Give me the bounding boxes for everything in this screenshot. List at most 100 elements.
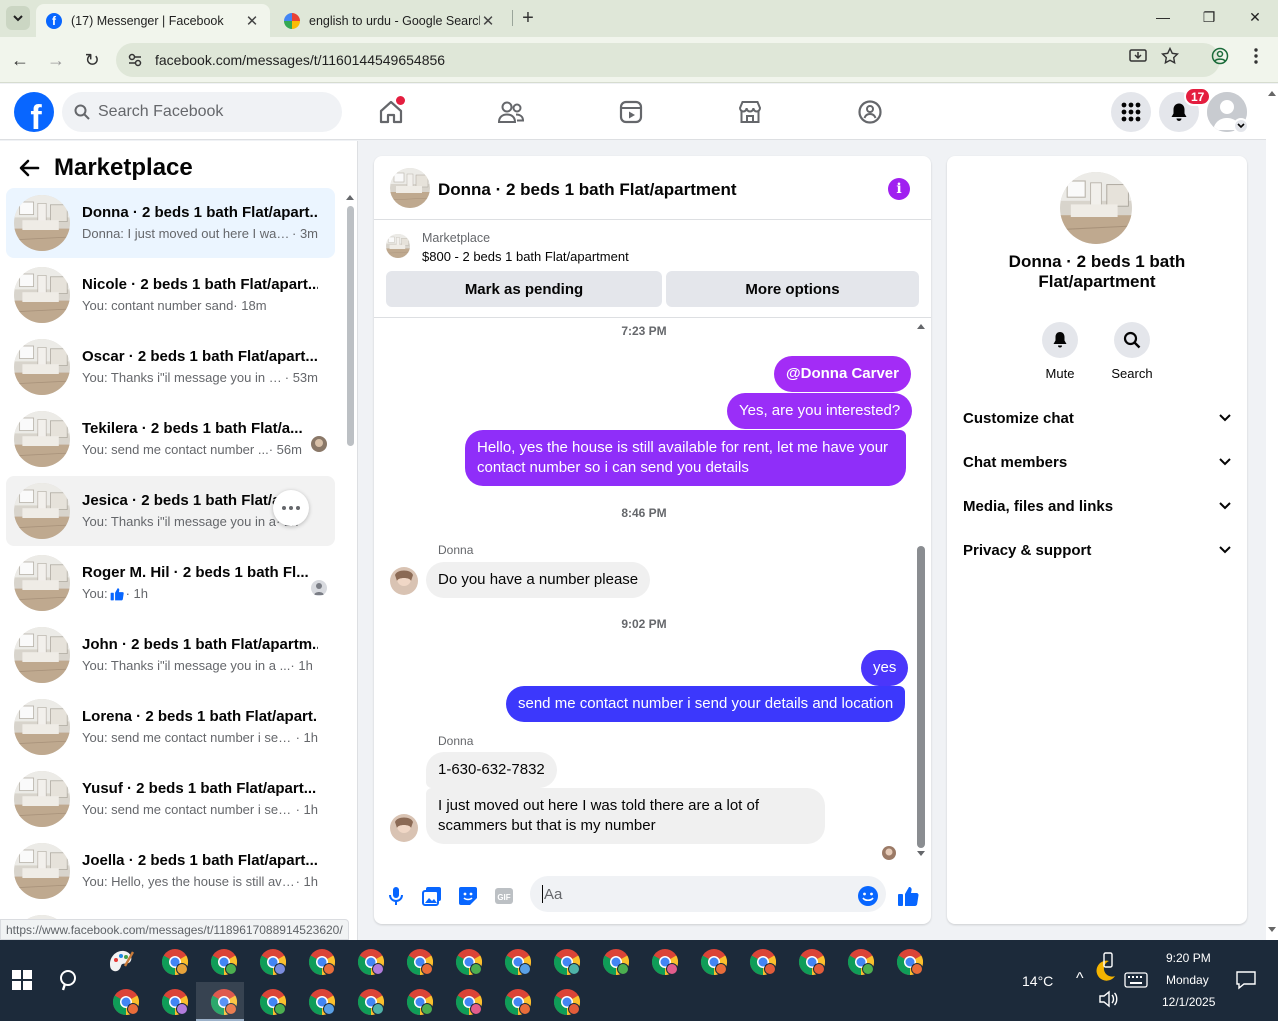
emoji-icon[interactable] <box>857 885 879 907</box>
forward-button[interactable]: → <box>42 46 70 74</box>
facebook-logo-icon[interactable]: f <box>14 92 54 132</box>
tab-google-search[interactable]: english to urdu - Google Search ✕ <box>274 4 506 37</box>
sidebar-scroll-thumb[interactable] <box>347 206 354 446</box>
conversation-item[interactable]: Lorena · 2 beds 1 bath Flat/apart... You:… <box>6 692 335 762</box>
search-in-conversation-button[interactable]: Search <box>1102 322 1162 381</box>
home-icon[interactable] <box>375 96 407 128</box>
keyboard-icon[interactable] <box>1124 972 1148 988</box>
windows-start-icon[interactable] <box>12 970 32 990</box>
facebook-search-input[interactable]: Search Facebook <box>62 92 342 132</box>
tab-search-button[interactable] <box>6 6 30 30</box>
customize-chat-section[interactable]: Customize chat <box>963 398 1231 438</box>
chat-avatar[interactable] <box>390 168 430 208</box>
contact-avatar[interactable] <box>1060 172 1132 244</box>
sticker-icon[interactable] <box>457 885 479 907</box>
chrome-profile-taskbar-icon[interactable] <box>455 988 483 1016</box>
close-window-button[interactable]: ✕ <box>1232 0 1278 34</box>
chrome-profile-taskbar-icon[interactable] <box>406 948 434 976</box>
conversation-more-options-button[interactable] <box>273 490 309 526</box>
photo-icon[interactable] <box>421 885 443 907</box>
message-bubble-outgoing[interactable]: @Donna Carver <box>774 356 911 392</box>
address-bar[interactable]: facebook.com/messages/t/1160144549654856 <box>116 43 1220 77</box>
browser-menu-icon[interactable] <box>1245 45 1267 67</box>
close-tab-icon[interactable]: ✕ <box>244 12 260 30</box>
mute-button[interactable]: Mute <box>1030 322 1090 381</box>
minimize-button[interactable]: — <box>1140 0 1186 34</box>
conversation-item[interactable]: Oscar · 2 beds 1 bath Flat/apart... You: … <box>6 332 335 402</box>
clock-day[interactable]: Monday <box>1166 973 1209 987</box>
reload-button[interactable]: ↻ <box>78 46 106 74</box>
chrome-profile-taskbar-icon[interactable] <box>308 948 336 976</box>
chrome-profile-taskbar-icon[interactable] <box>798 948 826 976</box>
groups-icon[interactable] <box>854 96 886 128</box>
chrome-profile-taskbar-icon[interactable] <box>406 988 434 1016</box>
message-bubble-incoming[interactable]: 1-630-632-7832 <box>426 752 557 788</box>
page-scrollbar[interactable] <box>1266 84 1278 940</box>
message-bubble-incoming[interactable]: Do you have a number please <box>426 562 651 598</box>
chrome-profile-taskbar-icon[interactable] <box>112 988 140 1016</box>
conversation-item[interactable]: Joella · 2 beds 1 bath Flat/apart... You:… <box>6 836 335 906</box>
chrome-profile-taskbar-icon[interactable] <box>700 948 728 976</box>
gif-icon[interactable]: GIF <box>493 885 515 907</box>
weather-temperature[interactable]: 14°C <box>1022 973 1053 989</box>
chrome-profile-taskbar-icon[interactable] <box>161 948 189 976</box>
paint-app-taskbar-icon[interactable] <box>107 946 135 974</box>
chrome-profile-taskbar-icon[interactable] <box>455 948 483 976</box>
clock-time[interactable]: 9:20 PM <box>1166 951 1211 965</box>
site-info-icon[interactable] <box>124 49 146 71</box>
account-menu-chevron-icon[interactable] <box>1233 118 1249 134</box>
chat-members-section[interactable]: Chat members <box>963 442 1231 482</box>
taskbar-search-icon[interactable] <box>58 968 82 992</box>
message-bubble-outgoing[interactable]: Hello, yes the house is still available … <box>465 430 906 486</box>
listing-thumbnail[interactable] <box>386 234 410 258</box>
sender-avatar[interactable] <box>390 814 418 842</box>
close-tab-icon[interactable]: ✕ <box>480 12 496 30</box>
back-arrow-icon[interactable] <box>18 157 42 181</box>
back-button[interactable]: ← <box>6 46 34 74</box>
listing-price[interactable]: $800 - 2 beds 1 bath Flat/apartment <box>422 249 629 264</box>
chat-scrollbar[interactable] <box>915 321 927 861</box>
friends-icon[interactable] <box>495 96 527 128</box>
chrome-profile-taskbar-icon[interactable] <box>210 948 238 976</box>
device-icon[interactable] <box>1100 952 1116 968</box>
sidebar-scrollbar[interactable] <box>344 191 356 931</box>
bookmark-star-icon[interactable] <box>1159 45 1181 67</box>
conversation-item[interactable]: Nicole · 2 beds 1 bath Flat/apart... You:… <box>6 260 335 330</box>
restore-button[interactable]: ❐ <box>1186 0 1232 34</box>
chat-title[interactable]: Donna · 2 beds 1 bath Flat/apartment <box>438 180 737 200</box>
message-bubble-outgoing[interactable]: Yes, are you interested? <box>727 393 913 429</box>
chrome-profile-taskbar-icon[interactable] <box>357 988 385 1016</box>
chrome-profile-taskbar-icon[interactable] <box>161 988 189 1016</box>
volume-icon[interactable] <box>1098 990 1118 1008</box>
chrome-profile-taskbar-icon[interactable] <box>553 988 581 1016</box>
chrome-profile-taskbar-icon[interactable] <box>847 948 875 976</box>
clock-date[interactable]: 12/1/2025 <box>1162 995 1215 1009</box>
mark-as-pending-button[interactable]: Mark as pending <box>386 271 662 307</box>
show-hidden-icons-chevron-icon[interactable]: ^ <box>1076 970 1084 988</box>
more-options-button[interactable]: More options <box>666 271 919 307</box>
privacy-support-section[interactable]: Privacy & support <box>963 530 1231 570</box>
message-bubble-outgoing[interactable]: yes <box>861 650 909 686</box>
conversation-item[interactable]: John · 2 beds 1 bath Flat/apartm... You: … <box>6 620 335 690</box>
sender-avatar[interactable] <box>390 567 418 595</box>
chrome-profile-taskbar-icon[interactable] <box>357 948 385 976</box>
chrome-profile-taskbar-icon[interactable] <box>896 948 924 976</box>
chrome-profile-taskbar-icon[interactable] <box>553 948 581 976</box>
message-bubble-incoming[interactable]: I just moved out here I was told there a… <box>426 788 825 844</box>
new-tab-button[interactable]: + <box>516 6 540 30</box>
install-app-icon[interactable] <box>1127 45 1149 67</box>
marketplace-icon[interactable] <box>734 96 766 128</box>
tab-messenger[interactable]: f (17) Messenger | Facebook ✕ <box>36 4 270 37</box>
chrome-profile-taskbar-icon[interactable] <box>602 948 630 976</box>
chat-scroll-thumb[interactable] <box>917 546 925 848</box>
chrome-profile-taskbar-icon[interactable] <box>259 988 287 1016</box>
video-icon[interactable] <box>615 96 647 128</box>
notification-center-icon[interactable] <box>1236 970 1256 990</box>
message-input[interactable]: Aa <box>530 876 886 912</box>
profile-icon[interactable] <box>1209 45 1231 67</box>
chrome-profile-taskbar-icon[interactable] <box>749 948 777 976</box>
microphone-icon[interactable] <box>385 885 407 907</box>
thumbs-up-icon[interactable] <box>897 885 919 907</box>
chrome-profile-taskbar-icon[interactable] <box>504 948 532 976</box>
conversation-item[interactable]: Tekilera · 2 beds 1 bath Flat/a... You: s… <box>6 404 335 474</box>
